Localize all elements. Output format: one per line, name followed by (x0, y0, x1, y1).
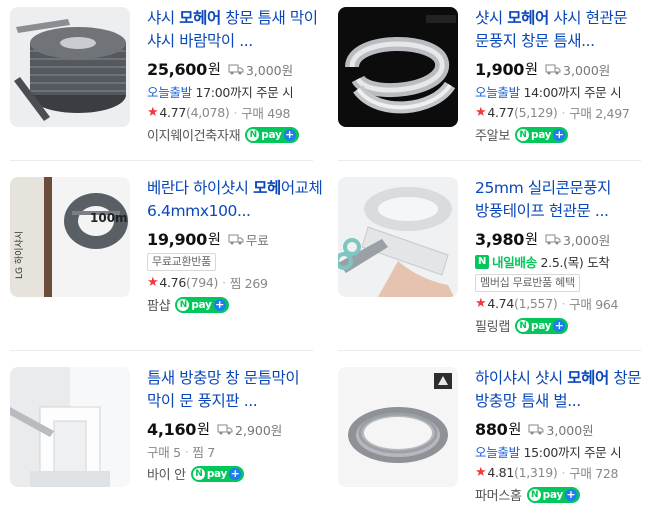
shipping-fee: 3,000원 (228, 60, 293, 79)
seller-name[interactable]: 바이 안 (147, 464, 186, 483)
svg-text:LG 하이샤시: LG 하이샤시 (14, 231, 25, 279)
star-icon: ★ (147, 275, 159, 290)
truck-icon (528, 424, 544, 435)
truck-icon (545, 64, 561, 75)
seller-name[interactable]: 주알보 (475, 125, 510, 144)
seller-name[interactable]: 이지웨이건축자재 (147, 125, 241, 144)
product-card[interactable]: 하이샤시 샷시 모헤어 창문 방충망 틈새 벌... 880 원 3,000원 오… (338, 367, 651, 519)
star-icon: ★ (475, 105, 487, 120)
npay-badge: Npay + (245, 126, 299, 143)
dispatch-info: 오늘출발 17:00까지 주문 시 (147, 85, 294, 100)
product-title[interactable]: 틈새 방충망 창 문틈막이 막이 문 풍지판 ... (147, 367, 327, 413)
product-title[interactable]: 하이샤시 샷시 모헤어 창문 방충망 틈새 벌... (475, 367, 651, 413)
seller-name[interactable]: 파머스홈 (475, 485, 522, 504)
product-thumbnail[interactable] (10, 367, 130, 487)
product-card[interactable]: 샤시 모헤어 창문 틈새 막이 샤시 바람막이 ... 25,600 원 3,00… (10, 7, 326, 167)
seller-name[interactable]: 필링랩 (475, 316, 510, 335)
product-title[interactable]: 샤시 모헤어 창문 틈새 막이 샤시 바람막이 ... (147, 7, 327, 53)
shipping-fee: 무료 (228, 230, 269, 249)
rating-row: ★ 4.76 (794) · 찜 269 (147, 275, 268, 291)
divider (10, 350, 313, 351)
naver-delivery-icon: N (475, 254, 489, 269)
dispatch-info: 오늘출발 15:00까지 주문 시 (475, 445, 622, 460)
npay-badge: Npay + (514, 126, 569, 143)
price: 880 (475, 419, 508, 439)
product-title[interactable]: 베란다 하이샷시 모헤어교체 6.4mmx100... (147, 177, 327, 223)
dispatch-info: 오늘출발 14:00까지 주문 시 (475, 85, 622, 100)
truck-icon (228, 64, 244, 75)
rating-row: ★ 4.77 (5,129) · 구매 2,497 (475, 105, 630, 121)
seller-name[interactable]: 팜샵 (147, 295, 171, 314)
rating-row: ★ 4.74 (1,557) · 구매 964 (475, 296, 619, 312)
price: 3,980 (475, 229, 525, 249)
price: 4,160 (147, 419, 197, 439)
membership-tag: 멤버십 무료반품 혜택 (475, 273, 580, 292)
price: 25,600 (147, 59, 207, 79)
npay-badge: Npay + (526, 486, 580, 503)
shipping-fee: 3,000원 (545, 230, 610, 249)
npay-badge: Npay + (514, 317, 569, 334)
benefit-tags: 멤버십 무료반품 혜택 (475, 272, 651, 293)
price: 1,900 (475, 59, 525, 79)
stats-row: 구매 5 · 찜 7 (147, 444, 215, 460)
product-thumbnail[interactable]: LG 하이샤시 100m (10, 177, 130, 297)
star-icon: ★ (147, 105, 159, 120)
shipping-fee: 2,900원 (217, 420, 282, 439)
benefit-tags: 무료교환반품 (147, 251, 327, 272)
truck-icon (228, 234, 244, 245)
truck-icon (217, 424, 233, 435)
product-card[interactable]: 틈새 방충망 창 문틈막이 막이 문 풍지판 ... 4,160 원 2,900원… (10, 367, 326, 519)
product-thumbnail[interactable] (10, 7, 130, 127)
rating-row: ★ 4.77 (4,078) · 구매 498 (147, 105, 291, 121)
npay-badge: Npay + (190, 465, 245, 482)
rating-row: ★ 4.81 (1,319) · 구매 728 (475, 465, 619, 481)
shipping-fee: 3,000원 (545, 60, 610, 79)
product-title[interactable]: 샷시 모헤어 샤시 현관문 문풍지 창문 틈새... (475, 7, 651, 53)
product-card[interactable]: 25mm 실리콘문풍지 방풍테이프 현관문 ... 3,980 원 3,000원 … (338, 177, 651, 337)
price: 19,900 (147, 229, 207, 249)
divider (338, 350, 641, 351)
product-thumbnail[interactable] (338, 177, 458, 297)
free-return-tag: 무료교환반품 (147, 252, 216, 271)
product-card[interactable]: 샷시 모헤어 샤시 현관문 문풍지 창문 틈새... 1,900 원 3,000원… (338, 7, 651, 167)
thumb-label: 100m (90, 211, 128, 225)
star-icon: ★ (475, 296, 487, 311)
product-thumbnail[interactable] (338, 7, 458, 127)
shipping-fee: 3,000원 (528, 420, 594, 439)
product-thumbnail[interactable] (338, 367, 458, 487)
product-title[interactable]: 25mm 실리콘문풍지 방풍테이프 현관문 ... (475, 177, 651, 223)
star-icon: ★ (475, 465, 487, 480)
npay-badge: Npay + (175, 296, 229, 313)
product-card[interactable]: LG 하이샤시 100m 베란다 하이샷시 모헤어교체 6.4mmx100...… (10, 177, 326, 337)
truck-icon (545, 234, 561, 245)
delivery-info: N 내일배송 2.5.(목) 도착 (475, 251, 651, 272)
